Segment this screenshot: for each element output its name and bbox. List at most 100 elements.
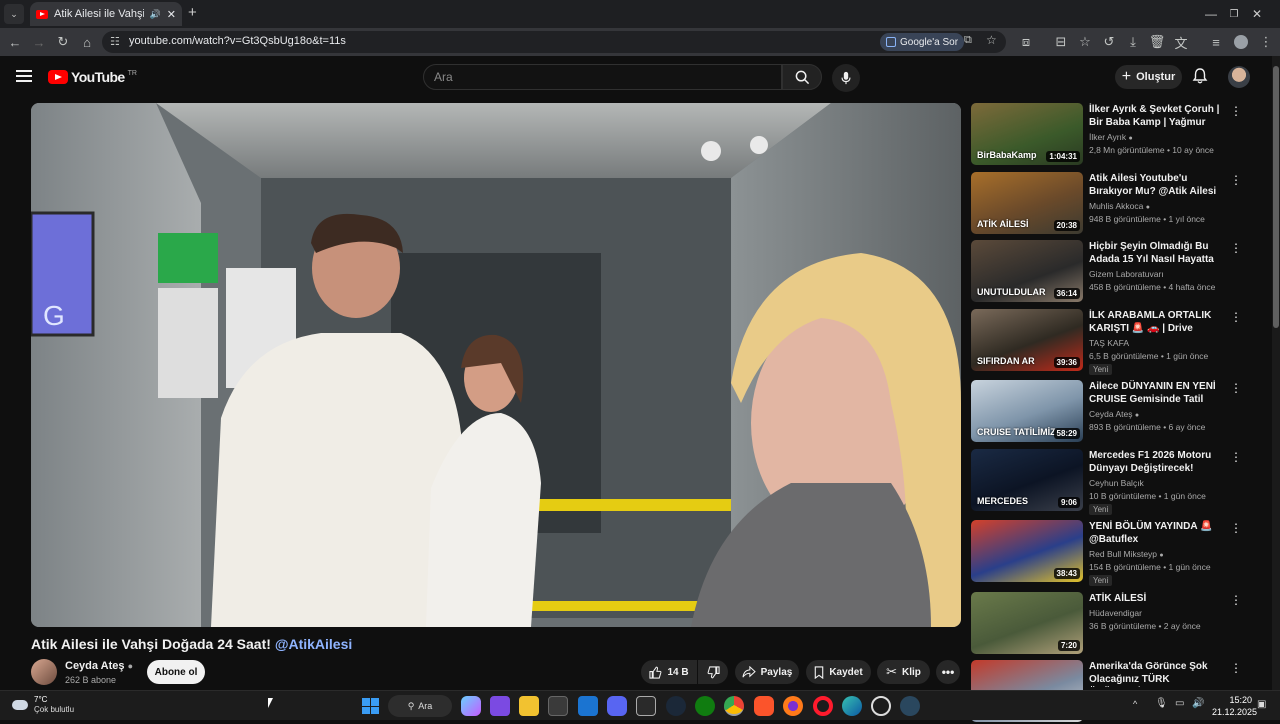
recommendation-channel[interactable]: İlker Ayrık ●	[1089, 132, 1133, 142]
voice-search-button[interactable]	[832, 64, 860, 92]
recommendation-menu-button[interactable]: ⋮	[1230, 174, 1242, 186]
save-button[interactable]: Kaydet	[806, 660, 871, 684]
recommendation-item[interactable]: ATİK AİLESİ 20:38 Atik Ailesi Youtube'u Bı…	[971, 172, 1251, 236]
tray-volume-icon[interactable]: 🔊	[1192, 698, 1204, 709]
chrome-icon[interactable]	[724, 696, 744, 716]
weather-widget[interactable]: 7°C Çok bulutlu	[12, 695, 74, 715]
close-window-button[interactable]: ✕	[1234, 0, 1280, 28]
steam-icon[interactable]	[666, 696, 686, 716]
video-player[interactable]: G	[31, 103, 961, 627]
recommendation-title[interactable]: ATİK AİLESİ	[1089, 592, 1225, 605]
toolbar-tool-2[interactable]: ☆	[1075, 32, 1095, 52]
recommendation-menu-button[interactable]: ⋮	[1230, 311, 1242, 323]
recommendation-title[interactable]: Amerika'da Görünce Şok Olacağınız TÜRK Ü…	[1089, 660, 1225, 687]
recommendation-channel[interactable]: Gizem Laboratuvarı	[1089, 269, 1164, 279]
video-thumbnail[interactable]: BirBabaKamp 1:04:31	[971, 103, 1083, 165]
browser-tab-active[interactable]: Atik Ailesi ile Vahşi Doğada 24 Saat! 🔊 …	[30, 2, 182, 26]
notifications-button[interactable]	[1191, 67, 1209, 90]
tray-microphone-icon[interactable]: 🎙	[1155, 698, 1168, 709]
clip-button[interactable]: ✂ Klip	[877, 660, 930, 684]
recommendation-item[interactable]: 7:20 ATİK AİLESİ Hüdavendigar 36 B görüntül…	[971, 592, 1251, 656]
speaker-icon[interactable]: 🔊	[150, 9, 161, 20]
github-icon[interactable]	[871, 696, 891, 716]
recommendation-item[interactable]: BirBabaKamp 1:04:31 İlker Ayrık & Şevket Ç…	[971, 103, 1251, 167]
browser-menu-button[interactable]: ⋮	[1256, 32, 1276, 52]
dislike-button[interactable]	[698, 660, 728, 684]
app-icon-purple[interactable]	[490, 696, 510, 716]
file-explorer-icon[interactable]	[519, 696, 539, 716]
recommendation-channel[interactable]: Ceyda Ateş ●	[1089, 409, 1139, 419]
recommendation-item[interactable]: MERCEDES 9:06 Mercedes F1 2026 Motoru Düny…	[971, 449, 1251, 515]
recommendation-title[interactable]: Ailece DÜNYANIN EN YENİ CRUISE Gemisinde…	[1089, 380, 1225, 407]
address-bar[interactable]: ☷ youtube.com/watch?v=Gt3QsbUg18o&t=11s …	[102, 31, 1006, 53]
video-thumbnail[interactable]: MERCEDES 9:06	[971, 449, 1083, 511]
recommendation-menu-button[interactable]: ⋮	[1230, 242, 1242, 254]
recommendation-channel[interactable]: Muhlis Akkoca ●	[1089, 201, 1150, 211]
recommendation-menu-button[interactable]: ⋮	[1230, 382, 1242, 394]
recommendation-title[interactable]: İLK ARABAMLA ORTALIK KARIŞTI 🚨 🚗 | Drive…	[1089, 309, 1225, 336]
recommendation-menu-button[interactable]: ⋮	[1230, 105, 1242, 117]
channel-avatar[interactable]	[31, 659, 57, 685]
subscribe-button[interactable]: Abone ol	[147, 660, 205, 684]
recommendation-title[interactable]: Atik Ailesi Youtube'u Bırakıyor Mu? @Ati…	[1089, 172, 1225, 198]
forward-button[interactable]: →	[29, 32, 49, 52]
recommendation-menu-button[interactable]: ⋮	[1230, 451, 1242, 463]
hamburger-menu-button[interactable]	[16, 70, 32, 82]
firefox-icon[interactable]	[783, 696, 803, 716]
store-icon[interactable]	[548, 696, 568, 716]
video-thumbnail[interactable]: SIFIRDAN AR 39:36	[971, 309, 1083, 371]
steam-app-icon[interactable]	[900, 696, 920, 716]
tab-search-button[interactable]: ⌄	[4, 4, 24, 24]
xbox-icon[interactable]	[695, 696, 715, 716]
youtube-logo[interactable]: YouTube TR	[48, 69, 137, 85]
toolbar-tool-7[interactable]: ≡	[1206, 32, 1226, 52]
outlook-icon[interactable]	[578, 696, 598, 716]
toolbar-tool-1[interactable]: ⊟	[1051, 32, 1071, 52]
recommendation-channel[interactable]: Ceyhun Balçık	[1089, 478, 1144, 488]
url-text[interactable]: youtube.com/watch?v=Gt3QsbUg18o&t=11s	[129, 35, 346, 47]
google-ask-button[interactable]: Google'a Sor	[880, 33, 965, 51]
recommendation-channel[interactable]: Red Bull Miksteyp ●	[1089, 549, 1164, 559]
reload-button[interactable]: ↻	[53, 32, 73, 52]
like-button[interactable]: 14 B	[641, 660, 697, 684]
back-button[interactable]: ←	[5, 32, 25, 52]
discord-icon[interactable]	[607, 696, 627, 716]
recommendation-menu-button[interactable]: ⋮	[1230, 594, 1242, 606]
recommendation-item[interactable]: UNUTULDULAR 36:14 Hiçbir Şeyin Olmadığı Bu…	[971, 240, 1251, 304]
taskbar-search[interactable]: ⚲ Ara	[388, 695, 452, 717]
recommendation-menu-button[interactable]: ⋮	[1230, 662, 1242, 674]
search-input[interactable]	[424, 65, 781, 89]
recommendation-channel[interactable]: TAŞ KAFA	[1089, 338, 1129, 348]
recommendation-item[interactable]: CRUISE TATİLİMİZ 58:29 Ailece DÜNYANIN EN …	[971, 380, 1251, 444]
video-thumbnail[interactable]: CRUISE TATİLİMİZ 58:29	[971, 380, 1083, 442]
recommendation-title[interactable]: Mercedes F1 2026 Motoru Dünyayı Değiştir…	[1089, 449, 1225, 476]
extensions-button[interactable]: ⧈	[1016, 32, 1036, 52]
recommendation-title[interactable]: İlker Ayrık & Şevket Çoruh | Bir Baba Ka…	[1089, 103, 1225, 130]
toolbar-tool-3[interactable]: ↺	[1099, 32, 1119, 52]
site-info-icon[interactable]: ☷	[110, 35, 120, 48]
tray-chevron-icon[interactable]: ^	[1133, 699, 1137, 709]
page-scrollbar[interactable]	[1272, 56, 1280, 690]
recommendation-channel[interactable]: Hüdavendigar	[1089, 608, 1142, 618]
account-avatar[interactable]	[1228, 66, 1250, 88]
video-thumbnail[interactable]: UNUTULDULAR 36:14	[971, 240, 1083, 302]
more-actions-button[interactable]: •••	[936, 660, 960, 684]
scrollbar-thumb[interactable]	[1273, 66, 1279, 328]
opera-icon[interactable]	[813, 696, 833, 716]
share-button[interactable]: Paylaş	[735, 660, 799, 684]
tray-network-icon[interactable]: ▭	[1175, 698, 1184, 709]
recommendation-menu-button[interactable]: ⋮	[1230, 522, 1242, 534]
recommendation-item[interactable]: SIFIRDAN AR 39:36 İLK ARABAMLA ORTALIK KAR…	[971, 309, 1251, 375]
bookmark-star-icon[interactable]: ☆	[986, 33, 997, 47]
start-button[interactable]	[360, 696, 380, 716]
cast-icon[interactable]: ⧉	[964, 34, 972, 47]
channel-name[interactable]: Ceyda Ateş ●	[65, 660, 133, 672]
search-button[interactable]	[782, 64, 822, 90]
system-clock[interactable]: 15:20 21.12.2025	[1212, 694, 1257, 718]
copilot-app-icon[interactable]	[461, 696, 481, 716]
toolbar-tool-5[interactable]: 🗑	[1147, 32, 1167, 52]
create-button[interactable]: + Oluştur	[1115, 65, 1182, 89]
toolbar-tool-6[interactable]: 文	[1171, 32, 1191, 52]
epic-games-icon[interactable]	[636, 696, 656, 716]
video-thumbnail[interactable]: 7:20	[971, 592, 1083, 654]
